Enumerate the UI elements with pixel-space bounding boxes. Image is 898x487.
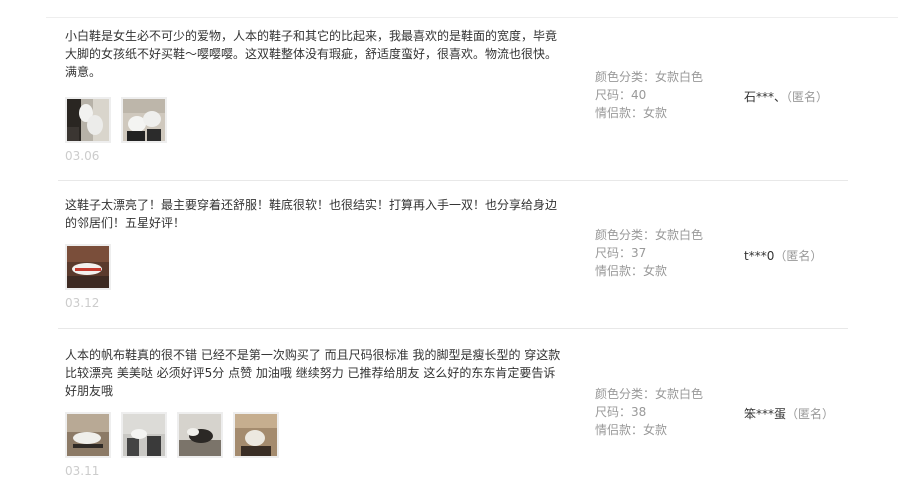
sku-couple-label: 情侣款： xyxy=(595,264,644,278)
sku-couple-value: 女款 xyxy=(643,106,668,120)
anonymous-tag: （匿名） xyxy=(774,249,823,263)
review-list: 小白鞋是女生必不可少的爱物，人本的鞋子和其它的比起来，我最喜欢的是鞋面的宽度，毕… xyxy=(0,0,898,487)
sku-couple-label: 情侣款： xyxy=(595,423,644,437)
anonymous-tag: （匿名） xyxy=(786,407,835,421)
review-photos xyxy=(65,244,111,290)
review-photo-thumbnail[interactable] xyxy=(65,412,111,458)
shoe-photo-icon xyxy=(123,414,165,456)
review-photos xyxy=(65,97,167,143)
sku-couple: 情侣款：女款 xyxy=(595,104,703,122)
reviewer: t***0（匿名） xyxy=(744,247,822,264)
sku-color-label: 颜色分类： xyxy=(595,228,656,242)
sku-couple: 情侣款：女款 xyxy=(595,262,703,280)
sku-size-value: 40 xyxy=(631,88,647,102)
review-photo-thumbnail[interactable] xyxy=(65,97,111,143)
reviewer-name: 石***、 xyxy=(744,90,787,104)
sku-couple-value: 女款 xyxy=(643,423,668,437)
sku-couple: 情侣款：女款 xyxy=(595,421,703,439)
review-text: 小白鞋是女生必不可少的爱物，人本的鞋子和其它的比起来，我最喜欢的是鞋面的宽度，毕… xyxy=(65,29,558,79)
review-date: 03.06 xyxy=(65,149,100,163)
review-photo-thumbnail[interactable] xyxy=(121,97,167,143)
sku-size: 尺码：40 xyxy=(595,86,703,104)
review-date: 03.12 xyxy=(65,296,100,310)
sku-size-value: 37 xyxy=(631,246,647,260)
reviewer-name: 笨***蛋 xyxy=(744,407,787,421)
sku-info: 颜色分类：女款白色 尺码：38 情侣款：女款 xyxy=(595,385,703,439)
sku-size-label: 尺码： xyxy=(595,88,632,102)
sku-color-value: 女款白色 xyxy=(655,387,704,401)
shoe-photo-icon xyxy=(67,99,109,141)
review-text: 人本的帆布鞋真的很不错 已经不是第一次购买了 而且尺码很标准 我的脚型是瘦长型的… xyxy=(65,348,561,398)
sku-size: 尺码：37 xyxy=(595,244,703,262)
anonymous-tag: （匿名） xyxy=(786,90,829,104)
shoe-photo-icon xyxy=(179,414,221,456)
sku-color: 颜色分类：女款白色 xyxy=(595,385,703,403)
review-text: 这鞋子太漂亮了！最主要穿着还舒服！鞋底很软！也很结实！打算再入手一双！也分享给身… xyxy=(65,198,558,230)
shoe-photo-icon xyxy=(67,246,109,288)
review-date: 03.11 xyxy=(65,464,100,478)
sku-color-label: 颜色分类： xyxy=(595,70,656,84)
sku-size-value: 38 xyxy=(631,405,647,419)
shoe-photo-icon xyxy=(123,99,165,141)
sku-color: 颜色分类：女款白色 xyxy=(595,226,703,244)
review-photo-thumbnail[interactable] xyxy=(177,412,223,458)
sku-size-label: 尺码： xyxy=(595,405,632,419)
sku-size: 尺码：38 xyxy=(595,403,703,421)
sku-color: 颜色分类：女款白色 xyxy=(595,68,703,86)
sku-color-label: 颜色分类： xyxy=(595,387,656,401)
sku-couple-value: 女款 xyxy=(643,264,668,278)
reviewer: 石***、（匿名） xyxy=(744,88,828,105)
sku-size-label: 尺码： xyxy=(595,246,632,260)
review-item: 小白鞋是女生必不可少的爱物，人本的鞋子和其它的比起来，我最喜欢的是鞋面的宽度，毕… xyxy=(58,18,848,181)
shoe-photo-icon xyxy=(67,414,109,456)
reviewer: 笨***蛋（匿名） xyxy=(744,405,834,422)
review-photo-thumbnail[interactable] xyxy=(233,412,279,458)
review-item: 人本的帆布鞋真的很不错 已经不是第一次购买了 而且尺码很标准 我的脚型是瘦长型的… xyxy=(58,329,848,487)
sku-info: 颜色分类：女款白色 尺码：40 情侣款：女款 xyxy=(595,68,703,122)
sku-info: 颜色分类：女款白色 尺码：37 情侣款：女款 xyxy=(595,226,703,280)
sku-color-value: 女款白色 xyxy=(655,70,704,84)
sku-couple-label: 情侣款： xyxy=(595,106,644,120)
review-photos xyxy=(65,412,279,458)
review-photo-thumbnail[interactable] xyxy=(121,412,167,458)
sku-color-value: 女款白色 xyxy=(655,228,704,242)
review-item: 这鞋子太漂亮了！最主要穿着还舒服！鞋底很软！也很结实！打算再入手一双！也分享给身… xyxy=(58,181,848,329)
review-photo-thumbnail[interactable] xyxy=(65,244,111,290)
shoe-photo-icon xyxy=(235,414,277,456)
reviewer-name: t***0 xyxy=(744,249,775,263)
